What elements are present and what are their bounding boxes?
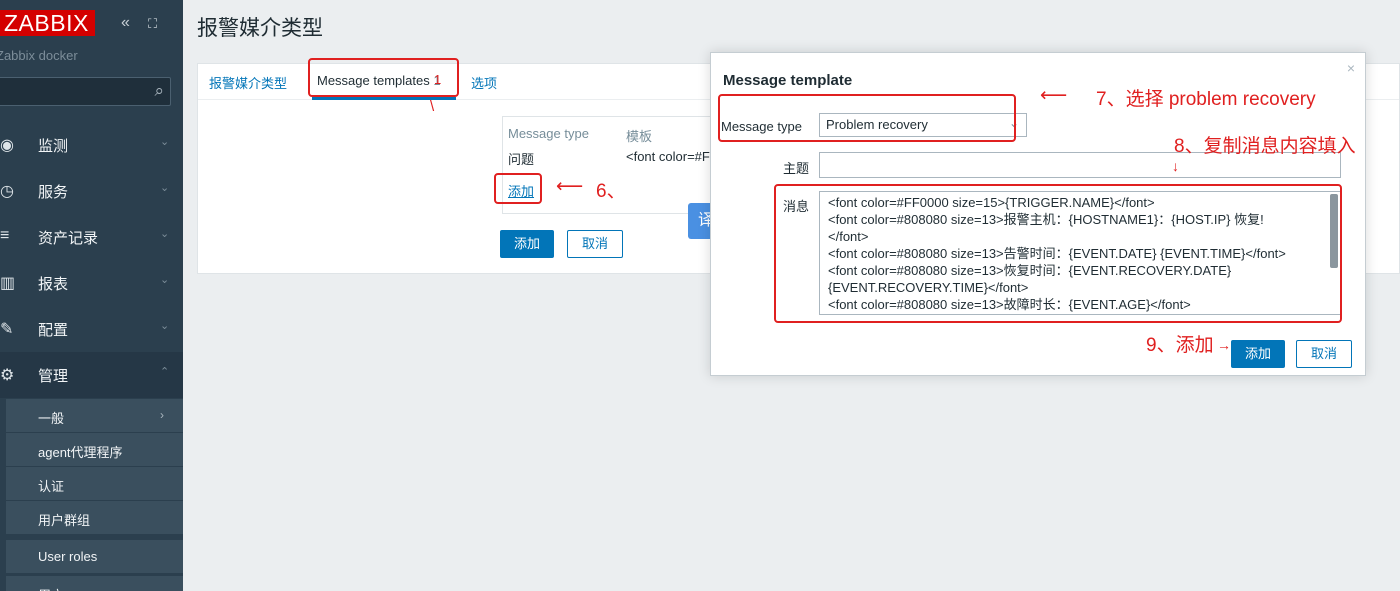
- annotation-box-message: [774, 184, 1342, 323]
- nav-item-administration[interactable]: ⚙ 管理 ⌃: [0, 352, 183, 398]
- nav-item-inventory[interactable]: ≡ 资产记录 ⌄: [0, 214, 183, 260]
- column-header-template: 模板: [626, 129, 653, 144]
- submenu-label: 一般: [38, 411, 65, 426]
- annotation-step-9: 9、添加: [1146, 335, 1214, 356]
- annotation-arrow-7: ⟵: [1040, 85, 1068, 106]
- chart-icon: ▥: [0, 275, 16, 292]
- annotation-step-7: 7、选择 problem recovery: [1096, 89, 1316, 110]
- eye-icon: ◉: [0, 137, 14, 154]
- kiosk-mode-icon[interactable]: ⛶: [148, 16, 157, 32]
- submenu-item-users[interactable]: 用户: [6, 576, 183, 591]
- chevron-down-icon: ⌄: [160, 320, 170, 332]
- submenu-label: 认证: [38, 479, 65, 494]
- active-tab-indicator: [312, 97, 456, 100]
- chevron-down-icon: ⌄: [160, 136, 170, 148]
- annotation-box-add-link: [494, 173, 542, 204]
- submenu-item-user-groups[interactable]: 用户群组: [6, 501, 183, 535]
- chevron-down-icon: ⌄: [160, 228, 170, 240]
- submenu-label: 用户群组: [38, 513, 91, 528]
- annotation-box-message-type: [718, 94, 1016, 142]
- sidebar: ZABBIX « ⛶ Zabbix docker ⌕ ◉ 监测 ⌄ ◷ 服务 ⌄…: [0, 0, 183, 591]
- nav-label: 报表: [38, 276, 69, 293]
- chevron-down-icon: ⌄: [160, 274, 170, 286]
- subject-label: 主题: [782, 161, 809, 176]
- nav-label: 管理: [38, 368, 69, 385]
- nav-item-configuration[interactable]: ✎ 配置 ⌄: [0, 306, 183, 352]
- nav-label: 监测: [38, 138, 69, 155]
- tab-media-type[interactable]: 报警媒介类型: [209, 73, 287, 92]
- submenu-item-authentication[interactable]: 认证: [6, 467, 183, 501]
- submenu-item-user-roles[interactable]: User roles: [6, 540, 183, 574]
- submenu-item-proxies[interactable]: agent代理程序: [6, 433, 183, 467]
- chevron-right-icon: ›: [160, 408, 164, 422]
- chevron-down-icon: ⌄: [160, 182, 170, 194]
- dialog-title: Message template: [723, 72, 853, 89]
- dialog-cancel-button[interactable]: 取消: [1296, 340, 1352, 368]
- submenu-item-general[interactable]: 一般 ›: [6, 399, 183, 433]
- search-input[interactable]: ⌕: [0, 77, 171, 106]
- annotation-mark-1: \: [430, 98, 435, 115]
- annotation-arrow-9: →: [1217, 337, 1231, 353]
- nav-label: 服务: [38, 184, 69, 201]
- annotation-step-8: 8、复制消息内容填入: [1174, 136, 1356, 157]
- submenu-label: 用户: [38, 585, 64, 591]
- nav-item-services[interactable]: ◷ 服务 ⌄: [0, 168, 183, 214]
- nav-item-monitoring[interactable]: ◉ 监测 ⌄: [0, 122, 183, 168]
- table-cell-template: <font color=#F: [626, 149, 710, 164]
- sidebar-header: ZABBIX « ⛶: [0, 0, 183, 44]
- server-name: Zabbix docker: [0, 48, 78, 63]
- annotation-arrow-8: ↓: [1172, 158, 1179, 174]
- table-cell-message-type: 问题: [508, 152, 535, 167]
- tab-options[interactable]: 选项: [471, 73, 497, 92]
- dialog-add-button[interactable]: 添加: [1231, 340, 1285, 368]
- list-icon: ≡: [0, 227, 10, 244]
- chevron-up-icon: ⌃: [160, 366, 170, 378]
- annotation-step-1: 1: [434, 72, 442, 87]
- nav-label: 配置: [38, 322, 69, 339]
- gear-icon: ⚙: [0, 367, 15, 384]
- submenu-label: agent代理程序: [38, 445, 123, 460]
- add-button[interactable]: 添加: [500, 230, 554, 258]
- wrench-icon: ✎: [0, 321, 14, 338]
- search-icon[interactable]: ⌕: [154, 81, 164, 101]
- close-icon[interactable]: ×: [1347, 60, 1355, 76]
- clock-icon: ◷: [0, 183, 14, 200]
- annotation-step-6: 6、: [596, 181, 626, 202]
- collapse-sidebar-icon[interactable]: «: [121, 14, 130, 32]
- column-header-message-type: Message type: [508, 126, 589, 141]
- annotation-arrow-6: ⟵: [556, 176, 584, 197]
- page-title: 报警媒介类型: [197, 17, 323, 40]
- cancel-button[interactable]: 取消: [567, 230, 623, 258]
- nav-item-reports[interactable]: ▥ 报表 ⌄: [0, 260, 183, 306]
- nav-label: 资产记录: [38, 230, 99, 247]
- zabbix-logo[interactable]: ZABBIX: [0, 10, 95, 36]
- submenu-label: User roles: [38, 549, 98, 564]
